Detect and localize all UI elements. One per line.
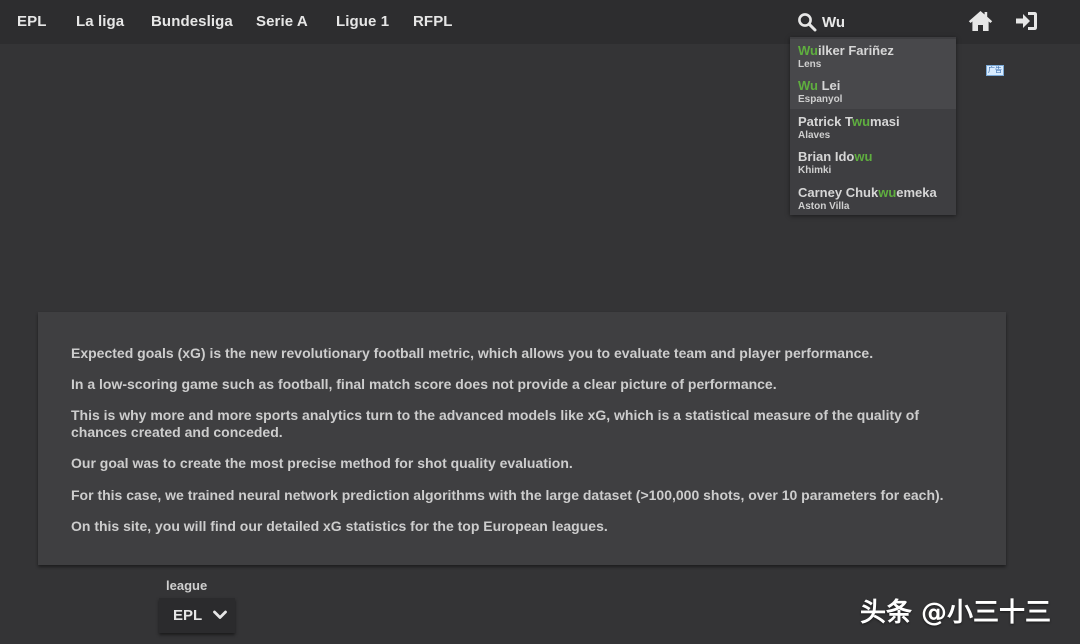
- intro-paragraph: This is why more and more sports analyti…: [71, 407, 920, 440]
- suggestion-team-name: Alaves: [798, 130, 831, 141]
- intro-paragraph: On this site, you will find our detailed…: [71, 518, 608, 534]
- nav-link-la-liga[interactable]: La liga: [76, 13, 124, 30]
- nav-link-ligue-1[interactable]: Ligue 1: [336, 13, 389, 30]
- login-icon[interactable]: [1015, 10, 1038, 32]
- league-select-value: EPL: [173, 607, 203, 624]
- suggestion-item[interactable]: Carney Chukwuemeka Aston Villa: [790, 181, 956, 216]
- watermark-text: 头条 @小三十三: [860, 598, 1052, 628]
- nav-link-serie-a[interactable]: Serie A: [256, 13, 308, 30]
- nav-link-epl[interactable]: EPL: [17, 13, 46, 30]
- nav-link-bundesliga[interactable]: Bundesliga: [151, 13, 233, 30]
- suggestion-item[interactable]: Wu Lei Espanyol: [790, 74, 956, 109]
- league-select[interactable]: EPL: [159, 598, 235, 633]
- chevron-down-icon: [213, 610, 227, 619]
- suggestion-item[interactable]: Wuilker Fariñez Lens: [790, 39, 956, 74]
- intro-paragraph: For this case, we trained neural network…: [71, 487, 944, 503]
- search-suggestions-dropdown: Wuilker Fariñez Lens Wu Lei Espanyol Pat…: [790, 37, 956, 215]
- league-select-label: league: [166, 578, 208, 593]
- suggestion-team-name: Lens: [798, 59, 822, 70]
- suggestion-player-name: Carney Chukwuemeka: [798, 185, 937, 200]
- suggestion-team-name: Espanyol: [798, 94, 843, 105]
- search-input[interactable]: [822, 11, 962, 33]
- suggestion-player-name: Wuilker Fariñez: [798, 43, 894, 58]
- ad-badge[interactable]: 广告: [986, 65, 1004, 76]
- suggestion-item[interactable]: Patrick Twumasi Alaves: [790, 110, 956, 145]
- search-icon[interactable]: [797, 12, 817, 32]
- home-icon[interactable]: [968, 10, 993, 32]
- suggestion-player-name: Brian Idowu: [798, 149, 873, 164]
- intro-paragraph: In a low-scoring game such as football, …: [71, 376, 777, 392]
- suggestion-item[interactable]: Brian Idowu Khimki: [790, 145, 956, 180]
- intro-paragraph: Our goal was to create the most precise …: [71, 455, 573, 471]
- suggestion-player-name: Patrick Twumasi: [798, 114, 900, 129]
- suggestion-team-name: Khimki: [798, 165, 832, 176]
- suggestion-player-name: Wu Lei: [798, 78, 841, 93]
- xg-intro-panel: Expected goals (xG) is the new revolutio…: [38, 312, 1006, 565]
- suggestion-team-name: Aston Villa: [798, 201, 850, 212]
- intro-paragraph: Expected goals (xG) is the new revolutio…: [71, 345, 874, 361]
- nav-link-rfpl[interactable]: RFPL: [413, 13, 453, 30]
